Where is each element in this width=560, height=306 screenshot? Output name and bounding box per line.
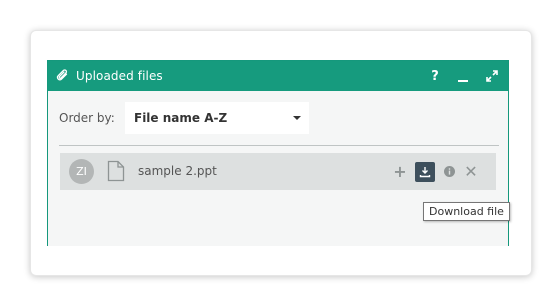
chevron-down-icon (293, 116, 301, 120)
order-row: Order by: File name A-Z (48, 101, 508, 135)
info-button[interactable] (441, 153, 457, 190)
paperclip-icon (56, 69, 70, 83)
info-icon (443, 166, 455, 177)
maximize-button[interactable] (482, 61, 502, 91)
file-icon (107, 160, 125, 186)
avatar: ZI (69, 159, 94, 184)
help-button[interactable]: ? (425, 61, 445, 91)
widget-header: Uploaded files ? (48, 61, 508, 91)
plus-icon: + (393, 162, 407, 181)
minimize-button[interactable] (453, 61, 473, 91)
order-by-value: File name A-Z (134, 111, 228, 125)
remove-button[interactable]: ✕ (463, 153, 479, 190)
minimize-icon (458, 79, 468, 82)
order-by-label: Order by: (59, 111, 115, 125)
close-icon: ✕ (464, 162, 478, 181)
add-button[interactable]: + (392, 153, 408, 190)
file-name: sample 2.ppt (138, 164, 217, 178)
help-icon: ? (431, 68, 439, 84)
file-row: ZI sample 2.ppt + ✕ (60, 153, 496, 190)
divider (59, 145, 499, 146)
download-button[interactable] (415, 162, 435, 182)
download-tooltip: Download file (423, 202, 510, 221)
widget-title: Uploaded files (76, 69, 163, 83)
expand-icon (486, 70, 498, 82)
order-by-select[interactable]: File name A-Z (125, 102, 309, 134)
download-icon (419, 166, 431, 178)
